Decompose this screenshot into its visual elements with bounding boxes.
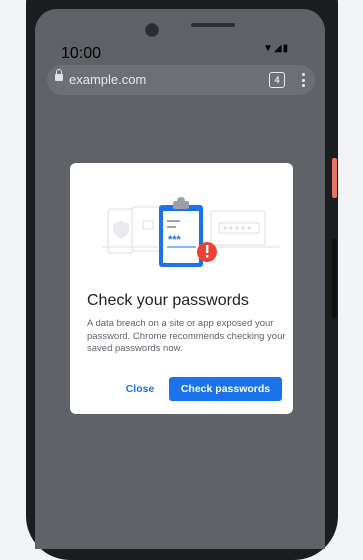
volume-button bbox=[332, 238, 337, 318]
speaker-grille bbox=[191, 23, 235, 27]
warning-icon bbox=[197, 242, 217, 262]
url-text: example.com bbox=[69, 72, 147, 87]
signal-icon: ◢ bbox=[273, 43, 283, 54]
close-button[interactable]: Close bbox=[110, 377, 170, 401]
dialog-title: Check your passwords bbox=[87, 292, 249, 309]
url-bar[interactable]: example.com 4 bbox=[47, 65, 315, 95]
dialog-body: A data breach on a site or app exposed y… bbox=[87, 318, 286, 354]
tab-switcher-button[interactable]: 4 bbox=[269, 72, 285, 88]
lock-icon bbox=[55, 69, 63, 81]
check-passwords-button[interactable]: Check passwords bbox=[169, 377, 282, 401]
check-passwords-dialog: *** Check your passwords A data breach o… bbox=[70, 163, 293, 414]
power-button bbox=[332, 158, 337, 198]
password-breach-illustration: *** bbox=[102, 197, 280, 267]
camera-icon bbox=[145, 23, 159, 37]
battery-icon: ▮ bbox=[282, 43, 290, 54]
wifi-icon: ▼ bbox=[263, 43, 274, 54]
masked-password: *** bbox=[168, 234, 182, 246]
menu-icon[interactable] bbox=[302, 73, 306, 89]
status-time: 10:00 bbox=[61, 45, 102, 62]
status-icons: ▼◢▮ bbox=[263, 43, 289, 54]
